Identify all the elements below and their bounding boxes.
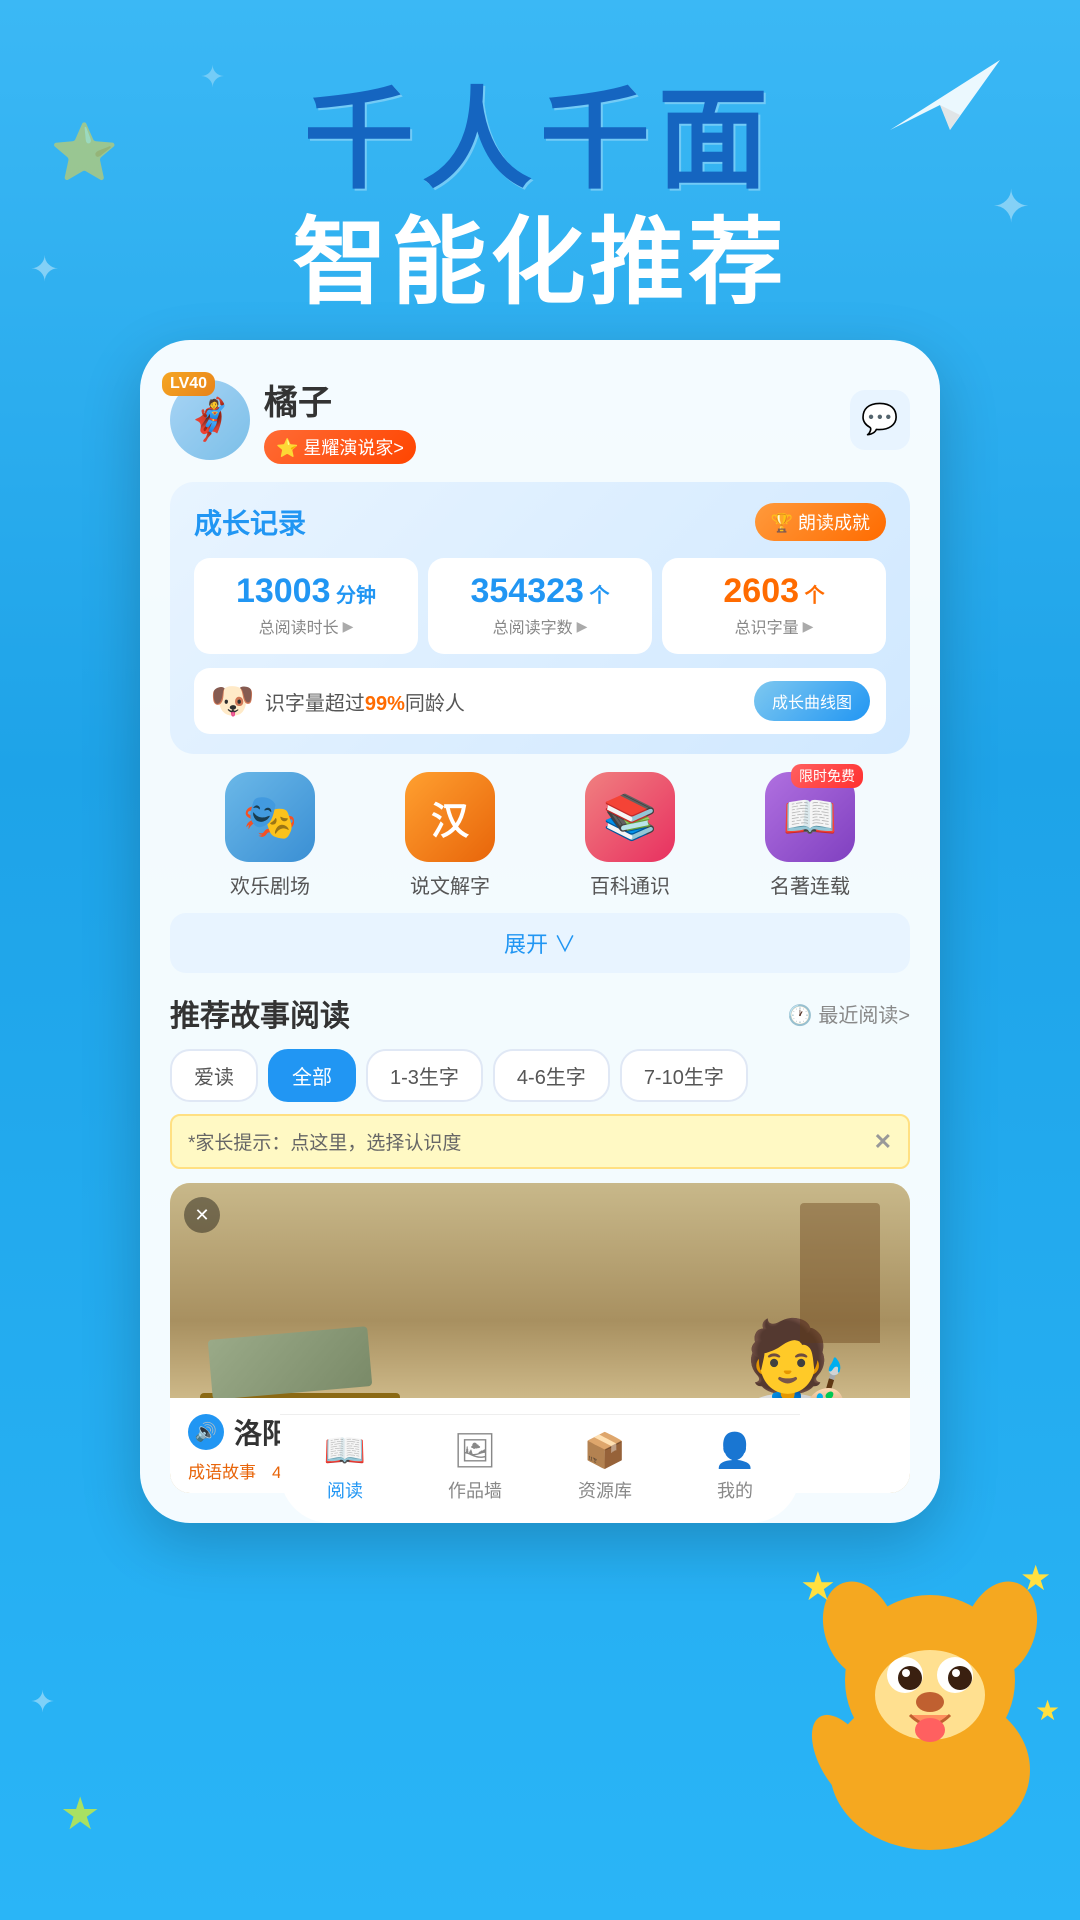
- story-type: 成语故事: [188, 1458, 256, 1483]
- dog-emoji-icon: 🐶: [210, 680, 255, 722]
- svg-text:★: ★: [1035, 1695, 1060, 1726]
- chat-icon[interactable]: 💬: [850, 390, 910, 450]
- phone-mockup: 🦸 LV40 橘子 ⭐ 星耀演说家> 💬 成长记录 🏆 朗读成就 13003 分…: [140, 340, 940, 1523]
- stat-number-words: 354323 个: [438, 574, 642, 608]
- story-close-button[interactable]: ✕: [184, 1197, 220, 1233]
- profile-header: 🦸 LV40 橘子 ⭐ 星耀演说家> 💬: [170, 375, 910, 464]
- chat-symbol: 💬: [861, 402, 898, 437]
- bottom-nav: 📖 阅读 🖼 作品墙 📦 资源库 👤 我的: [280, 1414, 800, 1523]
- feature-item-3[interactable]: 📖 限时免费 名著连载: [765, 772, 855, 899]
- star-badge[interactable]: ⭐ 星耀演说家>: [264, 430, 416, 464]
- filter-tab-0[interactable]: 爱读: [170, 1049, 258, 1102]
- feature-label-1: 说文解字: [410, 870, 490, 899]
- nav-icon-works: 🖼: [453, 1431, 496, 1471]
- stat-literacy[interactable]: 2603 个 总识字量 ▶: [662, 558, 886, 654]
- tip-close-button[interactable]: ✕: [874, 1129, 892, 1155]
- story-title: 推荐故事阅读: [170, 991, 350, 1035]
- svg-text:★: ★: [1020, 1559, 1051, 1598]
- nav-label-profile: 我的: [717, 1477, 753, 1503]
- literacy-left: 🐶 识字量超过99%同龄人: [210, 680, 465, 722]
- recent-read-link[interactable]: 🕐 最近阅读>: [788, 999, 910, 1028]
- nav-icon-resources: 📦: [584, 1431, 626, 1471]
- avatar-wrap: 🦸 LV40: [170, 380, 250, 460]
- filter-tab-2[interactable]: 1-3生字: [366, 1049, 483, 1102]
- filter-tab-4[interactable]: 7-10生字: [620, 1049, 748, 1102]
- profile-name: 橘子: [264, 375, 416, 424]
- stat-reading-time[interactable]: 13003 分钟 总阅读时长 ▶: [194, 558, 418, 654]
- hero-title-2: 智能化推荐: [0, 211, 1080, 316]
- stat-label-literacy: 总识字量 ▶: [672, 614, 876, 638]
- feature-label-0: 欢乐剧场: [230, 870, 310, 899]
- hero-section: 千人千面 智能化推荐: [0, 0, 1080, 316]
- feature-item-2[interactable]: 📚 百科通识: [585, 772, 675, 899]
- growth-header: 成长记录 🏆 朗读成就: [194, 502, 886, 542]
- feature-item-1[interactable]: 汉 说文解字: [405, 772, 495, 899]
- profile-info: 橘子 ⭐ 星耀演说家>: [264, 375, 416, 464]
- feature-icon-0: 🎭: [225, 772, 315, 862]
- hero-title-1: 千人千面: [0, 80, 1080, 201]
- literacy-row: 🐶 识字量超过99%同龄人 成长曲线图: [194, 668, 886, 734]
- growth-card: 成长记录 🏆 朗读成就 13003 分钟 总阅读时长 ▶ 354323 个 总阅…: [170, 482, 910, 754]
- feature-icon-3: 📖 限时免费: [765, 772, 855, 862]
- stat-word-count[interactable]: 354323 个 总阅读字数 ▶: [428, 558, 652, 654]
- feature-icon-2: 📚: [585, 772, 675, 862]
- filter-tab-1[interactable]: 全部: [268, 1049, 356, 1102]
- stats-row: 13003 分钟 总阅读时长 ▶ 354323 个 总阅读字数 ▶ 2603 个: [194, 558, 886, 654]
- feature-label-2: 百科通识: [590, 870, 670, 899]
- literacy-text: 识字量超过99%同龄人: [265, 687, 465, 716]
- curve-button[interactable]: 成长曲线图: [754, 681, 870, 721]
- nav-icon-read: 📖: [324, 1431, 366, 1471]
- story-speaker-icon: 🔊: [188, 1414, 224, 1450]
- free-badge: 限时免费: [791, 764, 863, 788]
- level-badge: LV40: [162, 372, 215, 396]
- filter-tabs: 爱读 全部 1-3生字 4-6生字 7-10生字: [170, 1049, 910, 1102]
- dog-mascot: ★ ★ ★: [780, 1520, 1080, 1870]
- stat-label-time: 总阅读时长 ▶: [204, 614, 408, 638]
- nav-item-works[interactable]: 🖼 作品墙: [410, 1431, 540, 1503]
- nav-item-profile[interactable]: 👤 我的: [670, 1431, 800, 1503]
- tip-text: *家长提示：点这里，选择认识度: [188, 1128, 461, 1155]
- nav-icon-profile: 👤: [714, 1431, 756, 1471]
- svg-text:★: ★: [800, 1565, 836, 1609]
- filter-tab-3[interactable]: 4-6生字: [493, 1049, 610, 1102]
- expand-button[interactable]: 展开 ∨: [170, 913, 910, 973]
- nav-item-resources[interactable]: 📦 资源库: [540, 1431, 670, 1503]
- feature-icon-1: 汉: [405, 772, 495, 862]
- profile-left: 🦸 LV40 橘子 ⭐ 星耀演说家>: [170, 375, 416, 464]
- deco-star-bottom-2: ✦: [30, 1685, 55, 1720]
- stat-number-time: 13003 分钟: [204, 574, 408, 608]
- deco-star-bottom-1: ★: [60, 1787, 100, 1840]
- feature-item-0[interactable]: 🎭 欢乐剧场: [225, 772, 315, 899]
- nav-item-read[interactable]: 📖 阅读: [280, 1431, 410, 1503]
- nav-label-works: 作品墙: [448, 1477, 502, 1503]
- nav-label-resources: 资源库: [578, 1477, 632, 1503]
- growth-title: 成长记录: [194, 502, 306, 542]
- tip-banner[interactable]: *家长提示：点这里，选择认识度 ✕: [170, 1114, 910, 1169]
- features-grid: 🎭 欢乐剧场 汉 说文解字 📚 百科通识 📖 限时免费 名著连载: [170, 772, 910, 899]
- story-door: [800, 1203, 880, 1343]
- nav-label-read: 阅读: [327, 1477, 363, 1503]
- stat-label-words: 总阅读字数 ▶: [438, 614, 642, 638]
- stat-number-literacy: 2603 个: [672, 574, 876, 608]
- feature-label-3: 名著连载: [770, 870, 850, 899]
- story-header: 推荐故事阅读 🕐 最近阅读>: [170, 991, 910, 1035]
- reading-badge[interactable]: 🏆 朗读成就: [755, 503, 886, 541]
